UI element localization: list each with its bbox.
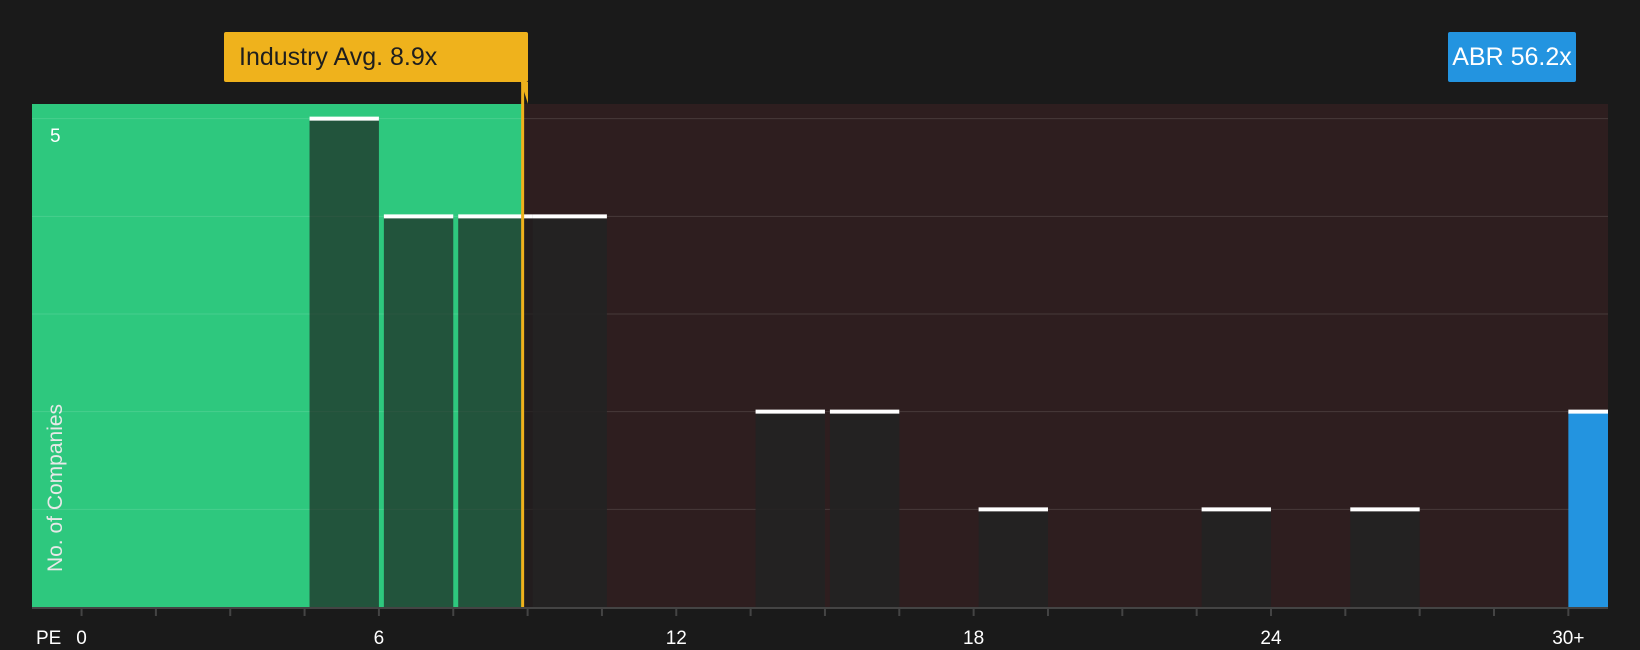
histogram-bar (383, 216, 454, 608)
company-bar (1568, 411, 1608, 607)
histogram-bar (978, 509, 1048, 607)
industry-average-badge: Industry Avg. 8.9x (224, 32, 528, 104)
x-tick-label: 18 (963, 628, 985, 649)
overvalued-region (522, 104, 1608, 607)
histogram-bar (1201, 509, 1271, 607)
x-tick-label: 30+ (1552, 628, 1585, 649)
x-tick-label: 24 (1260, 628, 1282, 649)
x-tick-label: 0 (76, 628, 87, 649)
pe-distribution-chart (32, 66, 1608, 616)
x-tick-label: 6 (373, 628, 385, 649)
histogram-bar (755, 411, 825, 607)
x-axis-label: PE (36, 628, 62, 649)
histogram-bar (1350, 509, 1420, 607)
y-tick-label: 5 (50, 126, 61, 147)
y-axis-label: No. of Companies (44, 403, 67, 573)
histogram-bar (532, 216, 607, 608)
company-pe-badge: ABR 56.2x (1448, 32, 1576, 82)
histogram-bar (829, 411, 900, 607)
x-tick-label: 12 (665, 628, 687, 649)
histogram-bar (309, 118, 379, 607)
